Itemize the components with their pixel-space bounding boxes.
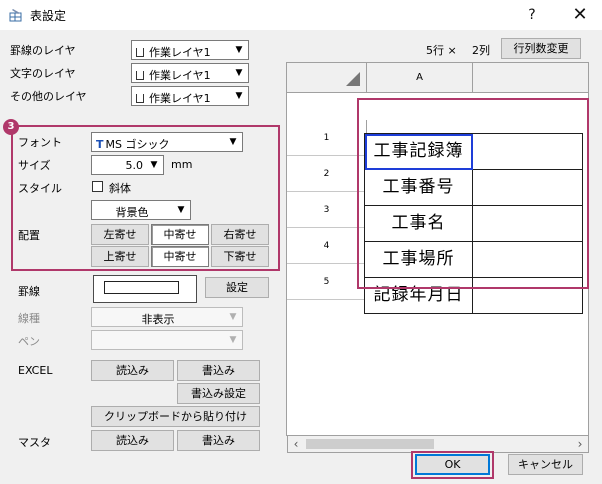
row-header[interactable]: 3 bbox=[287, 192, 367, 228]
chevron-down-icon: ▼ bbox=[229, 335, 237, 345]
background-value: 背景色 bbox=[115, 206, 149, 219]
step-badge: 3 bbox=[3, 119, 19, 135]
column-header[interactable]: A bbox=[367, 63, 473, 93]
size-label: サイズ bbox=[18, 159, 51, 172]
scrollbar-thumb[interactable] bbox=[306, 439, 434, 449]
line-type-label: 線種 bbox=[18, 312, 40, 325]
layer-icon bbox=[136, 48, 144, 57]
background-select[interactable]: 背景色 ▼ bbox=[91, 200, 191, 220]
scroll-left-icon[interactable]: ‹ bbox=[288, 436, 304, 452]
other-layer-value: 作業レイヤ1 bbox=[149, 92, 211, 105]
ruled-line-settings-button[interactable]: 設定 bbox=[205, 277, 269, 298]
italic-label: 斜体 bbox=[109, 182, 131, 195]
other-layer-select[interactable]: 作業レイヤ1 ▼ bbox=[131, 86, 249, 106]
change-rows-columns-button[interactable]: 行列数変更 bbox=[501, 38, 581, 59]
master-write-button[interactable]: 書込み bbox=[177, 430, 260, 451]
size-select[interactable]: 5.0 ▼ bbox=[91, 155, 164, 175]
excel-write-settings-button[interactable]: 書込み設定 bbox=[177, 383, 260, 404]
size-unit: mm bbox=[171, 158, 193, 171]
chevron-down-icon: ▼ bbox=[235, 68, 243, 78]
pen-label: ペン bbox=[18, 335, 40, 348]
cancel-button[interactable]: キャンセル bbox=[508, 454, 583, 475]
font-label: フォント bbox=[18, 136, 62, 149]
align-top-button[interactable]: 上寄せ bbox=[91, 246, 149, 267]
ruled-line-label: 罫線 bbox=[18, 285, 40, 298]
ruled-layer-select[interactable]: 作業レイヤ1 ▼ bbox=[131, 40, 249, 60]
align-bottom-button[interactable]: 下寄せ bbox=[211, 246, 269, 267]
align-left-button[interactable]: 左寄せ bbox=[91, 224, 149, 245]
row-header[interactable]: 1 bbox=[287, 120, 367, 156]
row-header[interactable]: 2 bbox=[287, 156, 367, 192]
table-settings-icon bbox=[9, 9, 22, 22]
scroll-right-icon[interactable]: › bbox=[572, 436, 588, 452]
align-center-h-button[interactable]: 中寄せ bbox=[151, 224, 209, 245]
master-read-button[interactable]: 読込み bbox=[91, 430, 174, 451]
table-highlight bbox=[357, 98, 589, 289]
row-header[interactable]: 5 bbox=[287, 264, 367, 300]
text-layer-label: 文字のレイヤ bbox=[10, 67, 76, 80]
other-layer-label: その他のレイヤ bbox=[10, 90, 87, 103]
ruled-layer-label: 罫線のレイヤ bbox=[10, 44, 76, 57]
chevron-down-icon: ▼ bbox=[229, 137, 237, 147]
paste-from-clipboard-button[interactable]: クリップボードから貼り付け bbox=[91, 406, 260, 427]
master-label: マスタ bbox=[18, 436, 51, 449]
align-right-button[interactable]: 右寄せ bbox=[211, 224, 269, 245]
help-button[interactable]: ? bbox=[512, 0, 552, 30]
line-preview-box bbox=[104, 281, 179, 294]
line-type-value: 非表示 bbox=[141, 313, 175, 326]
layer-icon bbox=[136, 94, 144, 103]
align-center-v-button[interactable]: 中寄せ bbox=[151, 246, 209, 267]
chevron-down-icon: ▼ bbox=[177, 205, 185, 215]
excel-read-button[interactable]: 読込み bbox=[91, 360, 174, 381]
select-all-icon bbox=[346, 72, 360, 86]
window-title: 表設定 bbox=[30, 9, 67, 23]
ok-highlight bbox=[411, 451, 494, 479]
grid-corner[interactable] bbox=[287, 63, 367, 93]
alignment-label: 配置 bbox=[18, 229, 40, 242]
font-value: MS ゴシック bbox=[105, 138, 170, 151]
text-layer-value: 作業レイヤ1 bbox=[149, 69, 211, 82]
style-label: スタイル bbox=[18, 182, 62, 195]
layer-icon bbox=[136, 71, 144, 80]
column-count-text: 2列 bbox=[472, 44, 490, 57]
title-bar: 表設定 ? ✕ bbox=[0, 0, 602, 30]
size-value: 5.0 bbox=[125, 159, 144, 172]
column-header[interactable] bbox=[473, 63, 588, 93]
text-layer-select[interactable]: 作業レイヤ1 ▼ bbox=[131, 63, 249, 83]
font-select[interactable]: T MS ゴシック ▼ bbox=[91, 132, 243, 152]
ruled-layer-value: 作業レイヤ1 bbox=[149, 46, 211, 59]
close-button[interactable]: ✕ bbox=[560, 0, 600, 30]
font-type-icon: T bbox=[96, 138, 104, 151]
italic-checkbox[interactable] bbox=[92, 181, 103, 192]
row-count-text: 5行 × bbox=[426, 44, 457, 57]
chevron-down-icon: ▼ bbox=[150, 160, 158, 170]
pen-select[interactable]: ▼ bbox=[91, 330, 243, 350]
line-type-select[interactable]: 非表示 ▼ bbox=[91, 307, 243, 327]
excel-write-button[interactable]: 書込み bbox=[177, 360, 260, 381]
chevron-down-icon: ▼ bbox=[229, 312, 237, 322]
dialog-body: 罫線のレイヤ 作業レイヤ1 ▼ 文字のレイヤ 作業レイヤ1 ▼ その他のレイヤ … bbox=[0, 30, 602, 484]
row-header[interactable]: 4 bbox=[287, 228, 367, 264]
excel-label: EXCEL bbox=[18, 364, 53, 377]
chevron-down-icon: ▼ bbox=[235, 45, 243, 55]
ruled-line-preview[interactable] bbox=[93, 275, 197, 303]
chevron-down-icon: ▼ bbox=[235, 91, 243, 101]
